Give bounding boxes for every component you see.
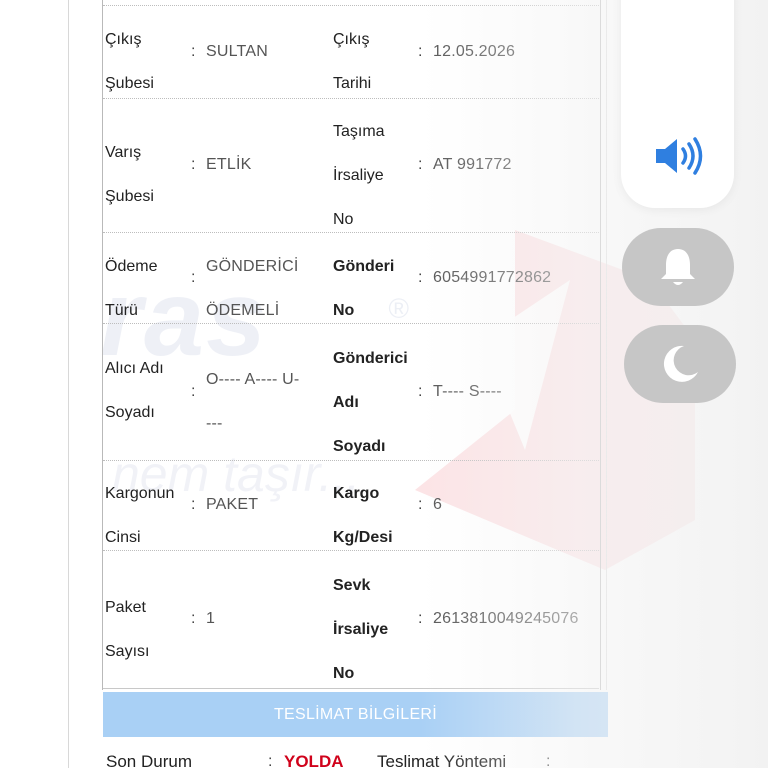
value-package-count: 1 bbox=[206, 610, 216, 627]
value-last-status: YOLDA bbox=[284, 752, 344, 771]
value-sender-name: T---- S---- bbox=[433, 383, 502, 400]
colon: : bbox=[418, 43, 423, 60]
value-departure-date: 12.05.2026 bbox=[433, 43, 516, 60]
volume-control-card[interactable] bbox=[621, 0, 734, 208]
info-row-payment: Ödeme Türü : GÖNDERİCİ ÖDEMELİ Gönderi No :… bbox=[103, 233, 599, 324]
colon: : bbox=[418, 383, 423, 400]
value-payment-type: GÖNDERİCİ ÖDEMELİ bbox=[206, 258, 299, 319]
colon: : bbox=[191, 383, 196, 400]
colon: : bbox=[191, 269, 196, 286]
label-transport-waybill-no: Taşıma İrsaliye No bbox=[333, 123, 385, 228]
label-arrival-branch: Varış Şubesi bbox=[105, 144, 154, 205]
colon: : bbox=[268, 753, 273, 770]
value-dispatch-waybill-no: 2613810049245076 bbox=[433, 610, 579, 627]
info-row-departure: Çıkış Şubesi : SULTAN Çıkış Tarihi : 12.05… bbox=[103, 5, 599, 99]
value-cargo-weight: 6 bbox=[433, 496, 443, 513]
delivery-info-header: TESLİMAT BİLGİLERİ bbox=[103, 692, 608, 737]
label-sender-name: Gönderici Adı Soyadı bbox=[333, 350, 408, 455]
value-cargo-type: PAKET bbox=[206, 496, 259, 513]
label-dispatch-waybill-no: Sevk İrsaliye No bbox=[333, 577, 389, 682]
label-recipient-name: Alıcı Adı Soyadı bbox=[105, 360, 164, 421]
speaker-volume-icon[interactable] bbox=[650, 132, 706, 180]
info-row-cargo: Kargonun Cinsi : PAKET Kargo Kg/Desi : 6 bbox=[103, 461, 599, 551]
colon: : bbox=[418, 269, 423, 286]
value-shipment-no: 6054991772862 bbox=[433, 269, 552, 286]
label-payment-type: Ödeme Türü bbox=[105, 258, 158, 319]
info-row-names: Alıcı Adı Soyadı : O---- A---- U- --- Gönd… bbox=[103, 324, 599, 461]
label-delivery-method: Teslimat Yöntemi bbox=[377, 752, 507, 771]
label-cargo-type: Kargonun Cinsi bbox=[105, 485, 175, 546]
label-cargo-weight: Kargo Kg/Desi bbox=[333, 485, 393, 546]
bell-icon bbox=[658, 245, 698, 289]
info-row-arrival: Varış Şubesi : ETLİK Taşıma İrsaliye No : A… bbox=[103, 98, 599, 233]
page-border-left bbox=[68, 0, 69, 768]
value-departure-branch: SULTAN bbox=[206, 43, 268, 60]
value-recipient-name: O---- A---- U- --- bbox=[206, 371, 300, 432]
label-last-status: Son Durum bbox=[106, 752, 192, 771]
colon: : bbox=[418, 610, 423, 627]
notification-toggle[interactable] bbox=[622, 228, 734, 306]
label-departure-branch: Çıkış Şubesi bbox=[105, 31, 154, 92]
colon: : bbox=[418, 156, 423, 173]
colon: : bbox=[546, 753, 551, 770]
label-shipment-no: Gönderi No bbox=[333, 258, 395, 319]
colon: : bbox=[191, 610, 196, 627]
do-not-disturb-toggle[interactable] bbox=[624, 325, 736, 403]
colon: : bbox=[418, 496, 423, 513]
label-package-count: Paket Sayısı bbox=[105, 599, 150, 660]
colon: : bbox=[191, 156, 196, 173]
info-row-package: Paket Sayısı : 1 Sevk İrsaliye No : 2613810… bbox=[103, 551, 599, 689]
value-arrival-branch: ETLİK bbox=[206, 156, 252, 173]
card-border-right bbox=[606, 0, 607, 690]
colon: : bbox=[191, 43, 196, 60]
label-departure-date: Çıkış Tarihi bbox=[333, 31, 372, 92]
moon-icon bbox=[658, 342, 702, 386]
value-transport-waybill-no: AT 991772 bbox=[433, 156, 512, 173]
colon: : bbox=[191, 496, 196, 513]
